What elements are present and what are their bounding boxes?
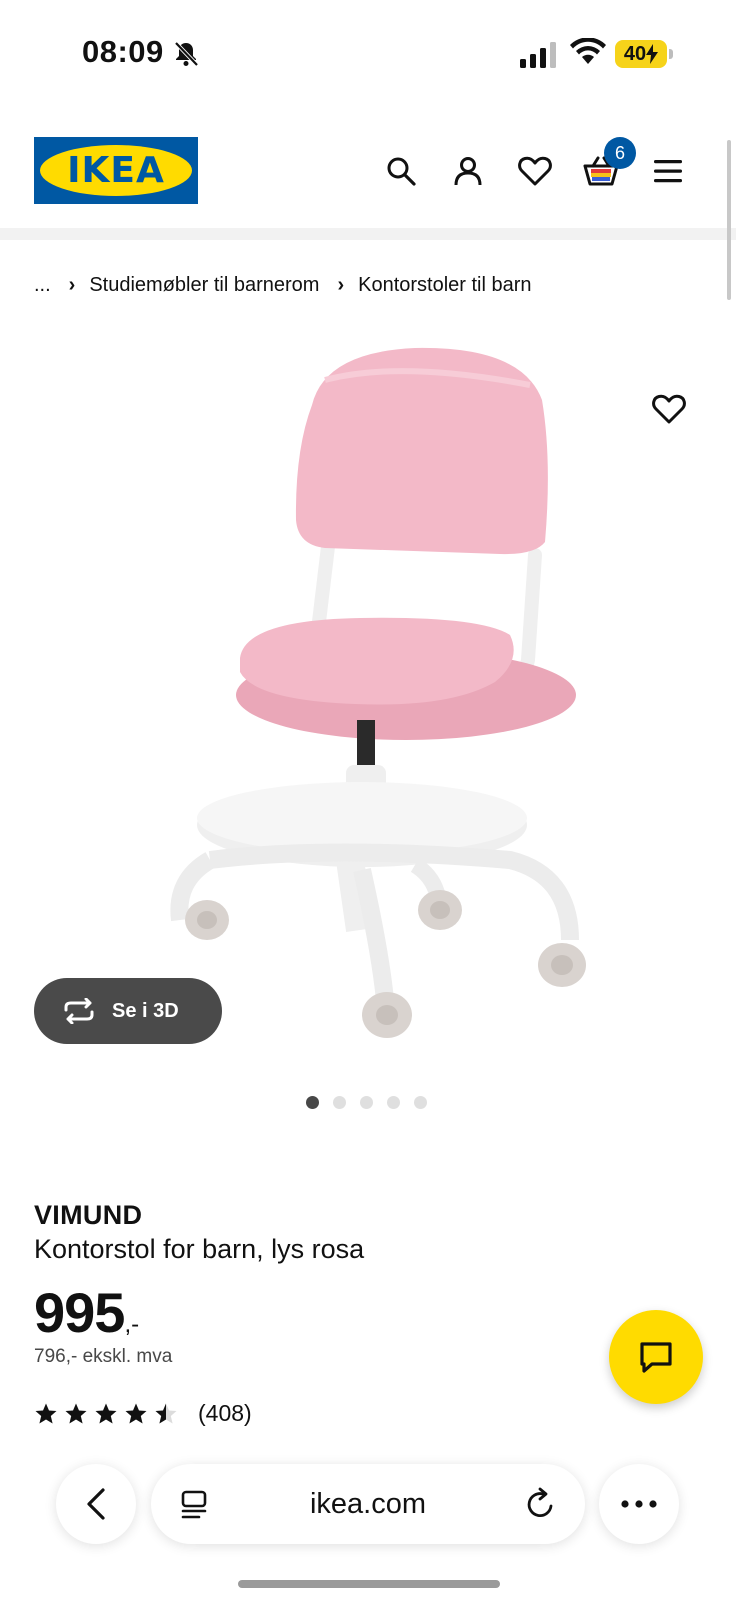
star-icon — [95, 1403, 117, 1423]
search-icon — [387, 157, 416, 186]
home-indicator[interactable] — [238, 1580, 500, 1588]
charging-bolt-icon — [646, 44, 659, 64]
rotate-3d-icon — [64, 998, 94, 1024]
add-to-favourites-button[interactable] — [646, 386, 692, 432]
chat-icon — [640, 1342, 672, 1373]
battery-level: 40 — [623, 42, 647, 65]
reload-icon[interactable] — [521, 1484, 561, 1524]
breadcrumb: ... › Studiemøbler til barnerom › Kontor… — [34, 270, 532, 300]
battery-cap — [669, 49, 673, 59]
rating-stars — [34, 1402, 178, 1426]
breadcrumb-ellipsis[interactable]: ... — [34, 274, 51, 297]
cart-count-badge: 6 — [604, 137, 636, 169]
breadcrumb-item-kids-office-chairs[interactable]: Kontorstoler til barn — [358, 274, 531, 297]
half-star-icon — [155, 1403, 177, 1423]
user-icon — [454, 157, 482, 186]
breadcrumb-item-study-furniture[interactable]: Studiemøbler til barnerom — [89, 274, 319, 297]
product-description: Kontorstol for barn, lys rosa — [34, 1234, 365, 1264]
address-bar[interactable]: ikea.com — [151, 1464, 585, 1544]
chevron-right-icon: › — [337, 273, 345, 296]
account-button[interactable] — [447, 150, 489, 192]
product-rating[interactable]: (408) — [34, 1400, 252, 1427]
image-carousel-dots — [306, 1096, 427, 1109]
carousel-dot[interactable] — [387, 1096, 400, 1109]
carousel-dot[interactable] — [414, 1096, 427, 1109]
ikea-logo[interactable]: IKEA — [34, 137, 198, 204]
carousel-dot[interactable] — [360, 1096, 373, 1109]
favourites-button[interactable] — [514, 150, 556, 192]
price-value: 995 — [34, 1281, 125, 1344]
more-options-button[interactable] — [599, 1464, 679, 1544]
star-icon — [65, 1403, 87, 1423]
view-in-3d-label: Se i 3D — [112, 999, 179, 1022]
product-image[interactable] — [150, 340, 620, 1070]
menu-button[interactable] — [647, 150, 689, 192]
star-icon — [35, 1403, 57, 1423]
url-text: ikea.com — [309, 1487, 427, 1520]
star-icon — [125, 1403, 147, 1423]
carousel-dot[interactable] — [333, 1096, 346, 1109]
cellular-signal-icon — [520, 42, 556, 68]
review-count[interactable]: (408) — [198, 1400, 252, 1427]
wifi-icon — [570, 38, 606, 64]
price-suffix: ,- — [124, 1311, 140, 1338]
site-header: IKEA 6 — [0, 120, 736, 240]
carousel-dot[interactable] — [306, 1096, 319, 1109]
product-price: 995,- — [34, 1280, 139, 1345]
page-scrollbar[interactable] — [727, 140, 731, 300]
heart-icon — [652, 394, 686, 424]
bell-off-icon — [174, 41, 199, 67]
battery-indicator: 40 — [615, 40, 667, 68]
chevron-left-icon — [87, 1488, 105, 1520]
search-button[interactable] — [380, 150, 422, 192]
status-bar: 08:09 40 — [0, 0, 736, 100]
chat-button[interactable] — [609, 1310, 703, 1404]
browser-toolbar: ikea.com — [0, 1450, 736, 1600]
chevron-right-icon: › — [68, 273, 76, 296]
view-in-3d-button[interactable]: Se i 3D — [34, 978, 222, 1044]
heart-icon — [518, 156, 552, 186]
status-time: 08:09 — [82, 34, 164, 69]
logo-text: IKEA — [67, 150, 165, 191]
back-button[interactable] — [56, 1464, 136, 1544]
menu-icon — [654, 160, 682, 183]
more-dots-icon — [621, 1500, 657, 1508]
price-excl-vat: 796,- ekskl. mva — [34, 1346, 173, 1367]
product-name: VIMUND — [34, 1200, 143, 1230]
